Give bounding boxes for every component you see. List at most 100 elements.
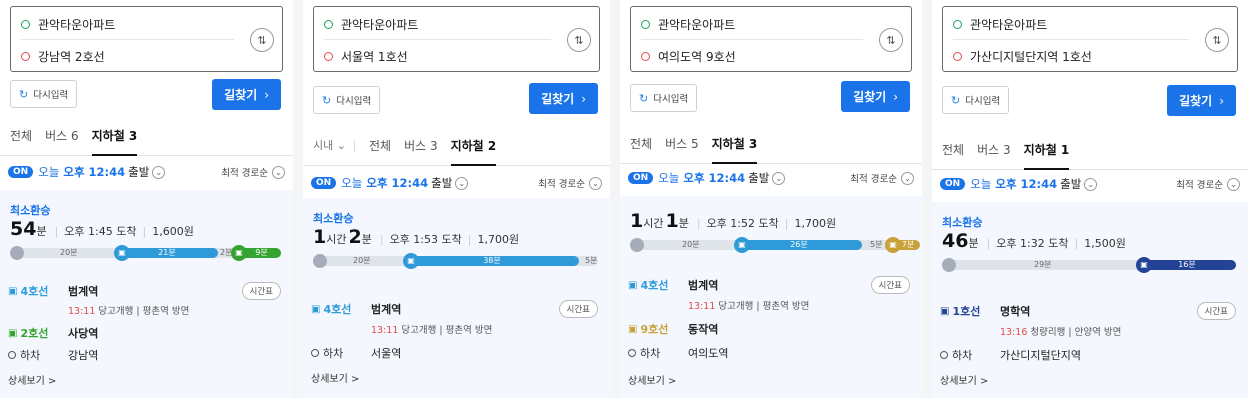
- destination-name: 가산디지털단지역 1호선: [970, 49, 1092, 64]
- best-label: 최소환승: [942, 216, 983, 229]
- tab-subway[interactable]: 지하철 1: [1023, 140, 1070, 170]
- on-toggle[interactable]: ON: [940, 178, 966, 190]
- reset-button[interactable]: ↻ 다시입력: [313, 86, 381, 114]
- search-label: 길찾기: [224, 88, 258, 102]
- swap-icon[interactable]: ⇅: [879, 28, 903, 52]
- on-toggle[interactable]: ON: [8, 166, 34, 178]
- start-field[interactable]: 관악타운아파트: [641, 13, 863, 35]
- alight-step: 하차 여의도역: [628, 344, 910, 362]
- tab-subway[interactable]: 지하철 2: [450, 136, 497, 166]
- reset-button[interactable]: ↻ 다시입력: [630, 84, 698, 112]
- tab-subway[interactable]: 지하철 3: [711, 134, 758, 164]
- swap-icon[interactable]: ⇅: [1205, 28, 1229, 52]
- reset-label: 다시입력: [653, 94, 689, 105]
- destination-field[interactable]: 여의도역 9호선: [641, 45, 863, 67]
- start-field[interactable]: 관악타운아파트: [21, 13, 234, 35]
- start-field[interactable]: 관악타운아파트: [324, 13, 551, 35]
- departure-time[interactable]: 오후 12:44: [683, 170, 745, 186]
- chevron-right-icon: ›: [264, 87, 269, 102]
- route-panel-4: 관악타운아파트 가산디지털단지역 1호선 ⇅ ↻ 다시입력 길찾기 › 전체 버…: [932, 0, 1248, 398]
- route-result-card[interactable]: 최소환승 46 분 | 오후 1:32 도착 | 1,500원 29분 16분 …: [932, 202, 1248, 398]
- reset-button[interactable]: ↻ 다시입력: [10, 80, 78, 108]
- departure-time[interactable]: 오후 12:44: [366, 175, 428, 191]
- line-label: ▣ 9호선: [628, 321, 688, 337]
- swap-icon[interactable]: ⇅: [567, 28, 591, 52]
- divider: |: [986, 237, 991, 250]
- sort-label: 최적 경로순: [1176, 180, 1223, 191]
- duration-hours-unit: 시간: [326, 233, 347, 246]
- search-route-button[interactable]: 길찾기 ›: [841, 81, 910, 112]
- swap-icon[interactable]: ⇅: [250, 28, 274, 52]
- train-icon: ▣: [403, 253, 419, 269]
- chevron-down-icon: ⌄: [272, 165, 285, 179]
- divider: |: [379, 233, 384, 246]
- chevron-down-icon[interactable]: ⌄: [772, 171, 786, 185]
- timetable-button[interactable]: 시간표: [1196, 302, 1236, 320]
- alight-label: 하차: [311, 345, 371, 361]
- search-label: 길찾기: [541, 92, 575, 106]
- line1-segment: 16분: [1138, 260, 1236, 270]
- station-name: 강남역: [68, 349, 99, 362]
- detail-link[interactable]: 상세보기 >: [940, 372, 988, 387]
- segment-time: 38분: [483, 256, 501, 265]
- duration-minutes-unit: 분: [36, 225, 47, 238]
- search-route-button[interactable]: 길찾기 ›: [1167, 85, 1236, 116]
- start-dot-icon: [953, 19, 962, 29]
- train-icon: ▣: [1136, 257, 1152, 273]
- timetable-button[interactable]: 시간표: [241, 282, 281, 300]
- tab-bus[interactable]: 버스 6: [45, 126, 79, 156]
- departure-day: 오늘: [970, 177, 992, 191]
- timetable-button[interactable]: 시간표: [870, 276, 910, 294]
- start-field[interactable]: 관악타운아파트: [953, 13, 1189, 35]
- route-result-card[interactable]: 최소환승 1 시간 2 분 | 오후 1:53 도착 | 1,700원 20분 …: [303, 198, 610, 398]
- line-name: 4호선: [640, 279, 669, 292]
- divider: |: [784, 217, 789, 230]
- sort-dropdown[interactable]: 최적 경로순 ⌄: [221, 165, 285, 179]
- duration-minutes-unit: 분: [361, 233, 372, 246]
- departure-time[interactable]: 오후 12:44: [995, 176, 1057, 192]
- on-toggle[interactable]: ON: [628, 172, 654, 184]
- destination-field[interactable]: 가산디지털단지역 1호선: [953, 45, 1189, 67]
- start-name: 관악타운아파트: [38, 17, 116, 32]
- tab-all[interactable]: 전체: [10, 126, 32, 156]
- duration-hours-unit: 시간: [643, 217, 664, 230]
- region-dropdown[interactable]: 시내 ⌄: [313, 136, 346, 166]
- tab-bus[interactable]: 버스 5: [665, 134, 699, 164]
- destination-field[interactable]: 서울역 1호선: [324, 45, 551, 67]
- timetable-button[interactable]: 시간표: [558, 300, 598, 318]
- departure-label: 출발: [1060, 177, 1082, 191]
- sort-dropdown[interactable]: 최적 경로순 ⌄: [1176, 177, 1240, 191]
- line4-segment: 38분: [405, 256, 579, 266]
- tab-all[interactable]: 전체: [630, 134, 652, 164]
- detail-link[interactable]: 상세보기 >: [311, 370, 359, 385]
- divider: [641, 39, 863, 40]
- detail-link[interactable]: 상세보기 >: [8, 372, 56, 387]
- walk-time: 20분: [353, 256, 371, 265]
- tab-bus[interactable]: 버스 3: [977, 140, 1011, 170]
- tab-all[interactable]: 전체: [369, 136, 391, 166]
- tab-bus[interactable]: 버스 3: [404, 136, 438, 166]
- sort-dropdown[interactable]: 최적 경로순 ⌄: [850, 171, 914, 185]
- detail-link[interactable]: 상세보기 >: [628, 372, 676, 387]
- destination-field[interactable]: 강남역 2호선: [21, 45, 234, 67]
- fare: 1,700원: [794, 217, 837, 230]
- sort-dropdown[interactable]: 최적 경로순 ⌄: [538, 176, 602, 190]
- chevron-down-icon[interactable]: ⌄: [455, 176, 469, 190]
- reset-button[interactable]: ↻ 다시입력: [942, 86, 1010, 114]
- station-name: 범계역: [688, 279, 719, 292]
- route-result-card[interactable]: 최소환승 54 분 | 오후 1:45 도착 | 1,600원 20분 21분 …: [0, 190, 293, 398]
- departure-time[interactable]: 오후 12:44: [63, 164, 125, 180]
- on-toggle[interactable]: ON: [311, 177, 337, 189]
- departure-day: 오늘: [38, 165, 60, 179]
- chevron-right-icon: ›: [893, 89, 898, 104]
- search-route-button[interactable]: 길찾기 ›: [529, 83, 598, 114]
- tab-subway[interactable]: 지하철 3: [91, 126, 138, 156]
- alight-icon: [8, 351, 16, 359]
- route-result-card[interactable]: 1 시간 1 분 | 오후 1:52 도착 | 1,700원 20분 26분 ▣…: [620, 196, 922, 398]
- chevron-down-icon[interactable]: ⌄: [152, 165, 166, 179]
- chevron-down-icon[interactable]: ⌄: [1084, 177, 1098, 191]
- tab-all[interactable]: 전체: [942, 140, 964, 170]
- search-route-button[interactable]: 길찾기 ›: [212, 79, 281, 110]
- train-icon: ▣: [231, 245, 247, 261]
- walk-time: 20분: [682, 240, 700, 249]
